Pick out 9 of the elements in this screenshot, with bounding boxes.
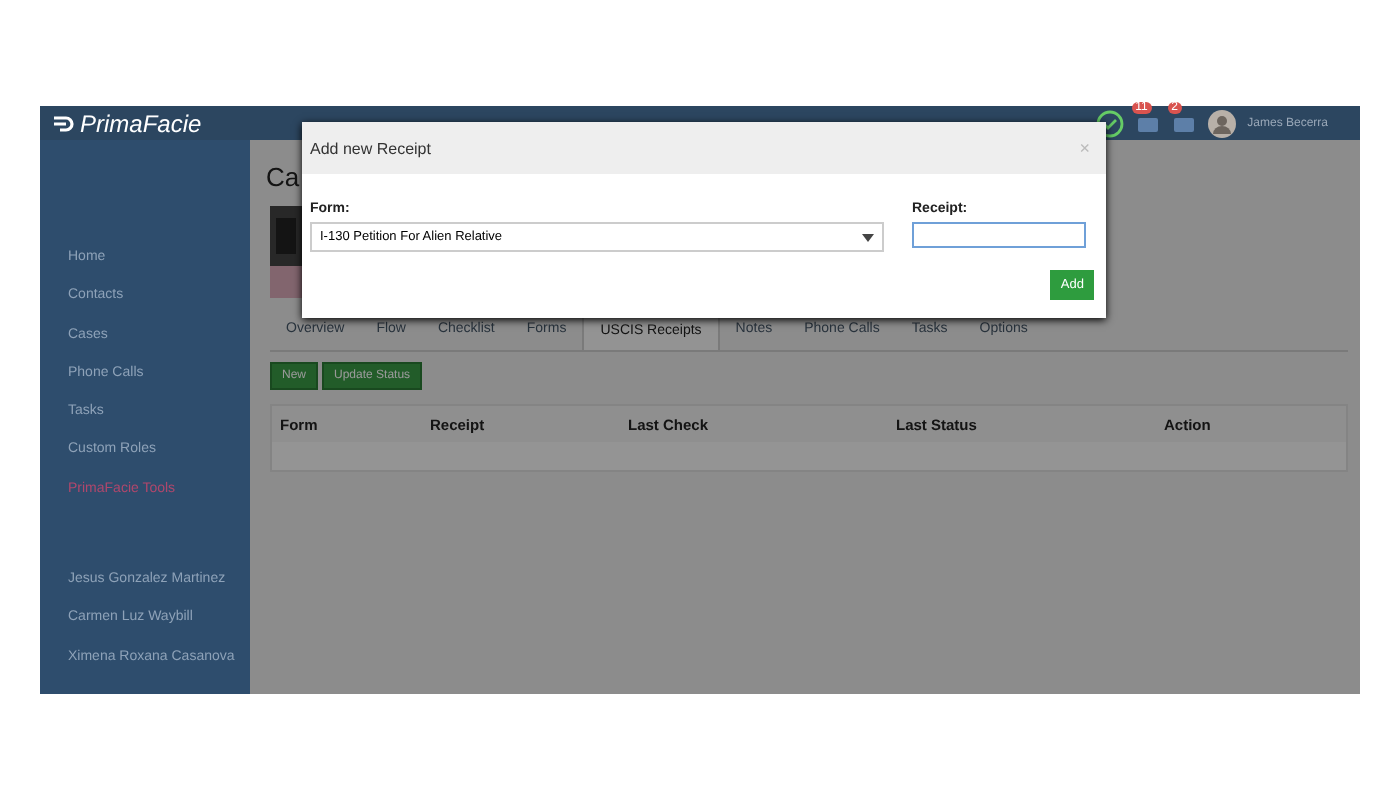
caret-icon bbox=[862, 233, 874, 241]
receipt-input[interactable] bbox=[912, 222, 1086, 248]
notification-icon[interactable] bbox=[1135, 113, 1160, 133]
brand-name: PrimaFacie bbox=[80, 109, 202, 137]
avatar-icon[interactable] bbox=[1207, 109, 1236, 137]
logo-icon bbox=[52, 113, 76, 133]
dialog-title: Add new Receipt bbox=[310, 139, 431, 157]
page-title: Ca bbox=[266, 162, 300, 196]
notification-icon[interactable] bbox=[1171, 113, 1196, 133]
